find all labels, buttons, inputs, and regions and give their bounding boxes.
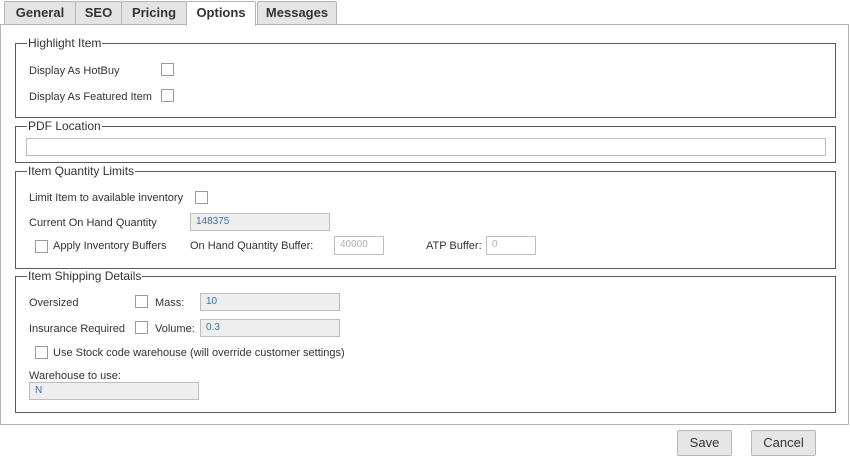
on-hand-quantity-field: 148375 <box>190 213 330 231</box>
tab-seo[interactable]: SEO <box>75 1 122 24</box>
volume-label: Volume: <box>155 323 195 335</box>
featured-checkbox[interactable] <box>161 89 174 102</box>
pdf-location-input[interactable] <box>26 138 826 156</box>
stock-code-warehouse-label: Use Stock code warehouse (will override … <box>53 347 345 359</box>
tab-messages[interactable]: Messages <box>257 1 337 24</box>
featured-label: Display As Featured Item <box>29 91 152 103</box>
warehouse-input[interactable]: N <box>29 382 199 400</box>
mass-input[interactable]: 10 <box>200 293 340 311</box>
options-panel: Highlight Item Display As HotBuy Display… <box>0 24 849 425</box>
oversized-checkbox[interactable] <box>135 295 148 308</box>
mass-label: Mass: <box>155 297 185 309</box>
hotbuy-label: Display As HotBuy <box>29 65 120 77</box>
volume-input[interactable]: 0.3 <box>200 319 340 337</box>
tab-general[interactable]: General <box>4 1 76 24</box>
oversized-label: Oversized <box>29 297 79 309</box>
apply-buffers-label: Apply Inventory Buffers <box>53 240 167 252</box>
insurance-required-label: Insurance Required <box>29 323 126 335</box>
item-shipping-details-legend: Item Shipping Details <box>27 269 143 283</box>
on-hand-quantity-label: Current On Hand Quantity <box>29 217 157 229</box>
insurance-required-checkbox[interactable] <box>135 321 148 334</box>
on-hand-buffer-label: On Hand Quantity Buffer: <box>190 240 314 252</box>
atp-buffer-input[interactable]: 0 <box>486 236 536 255</box>
highlight-item-group: Highlight Item Display As HotBuy Display… <box>15 36 836 118</box>
limit-inventory-checkbox[interactable] <box>195 191 208 204</box>
pdf-location-legend: PDF Location <box>27 119 102 133</box>
limit-inventory-label: Limit Item to available inventory <box>29 192 184 204</box>
item-shipping-details-group: Item Shipping Details Oversized Mass: 10… <box>15 269 836 413</box>
stock-code-warehouse-checkbox[interactable] <box>35 346 48 359</box>
highlight-item-legend: Highlight Item <box>27 36 103 50</box>
item-quantity-limits-legend: Item Quantity Limits <box>27 164 136 178</box>
on-hand-buffer-input[interactable]: 40000 <box>334 236 384 255</box>
pdf-location-group: PDF Location <box>15 119 836 163</box>
tab-options[interactable]: Options <box>186 1 256 26</box>
tab-pricing[interactable]: Pricing <box>121 1 187 24</box>
cancel-button[interactable]: Cancel <box>751 430 816 456</box>
apply-buffers-checkbox[interactable] <box>35 240 48 253</box>
hotbuy-checkbox[interactable] <box>161 63 174 76</box>
item-quantity-limits-group: Item Quantity Limits Limit Item to avail… <box>15 164 836 269</box>
save-button[interactable]: Save <box>677 430 732 456</box>
atp-buffer-label: ATP Buffer: <box>426 240 482 252</box>
